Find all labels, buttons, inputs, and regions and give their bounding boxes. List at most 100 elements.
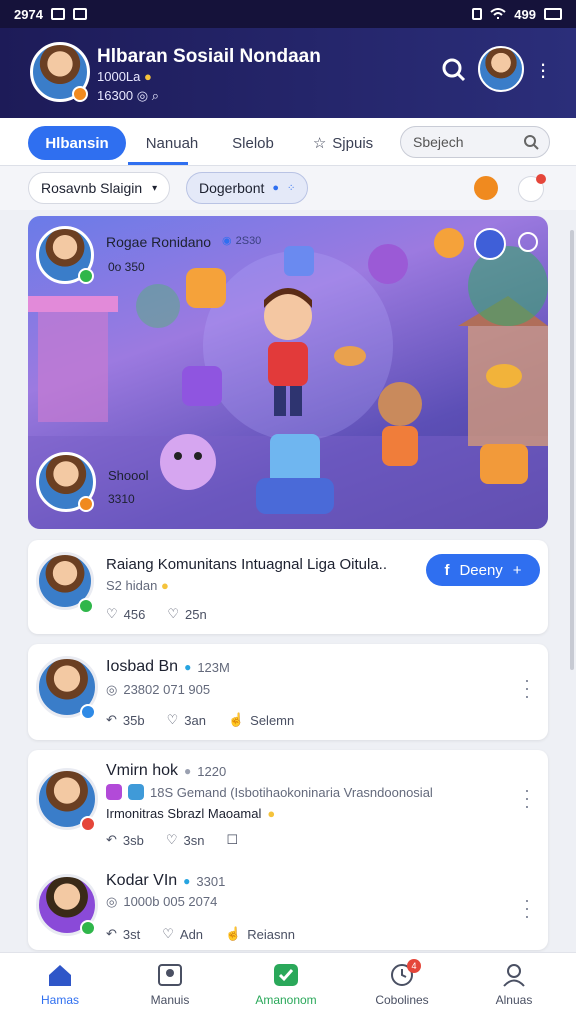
comment-button[interactable]: ☐ [227,832,239,848]
follow-button[interactable]: f Deeny + [426,554,540,586]
battery-icon [544,8,562,20]
status-battery: 499 [514,6,536,22]
verified-badge [72,86,88,102]
verified-icon: ● [184,764,192,778]
heart-icon: ♡ [165,832,178,847]
like-button[interactable]: ♡ 3an [167,712,206,728]
post-time: 123M [197,659,230,675]
user-avatar[interactable] [478,46,524,92]
filter-chip[interactable]: Dogerbont ● ⁘ [186,172,309,204]
featured-banner[interactable]: Rogae Ronidano ◉ 2S30 0o 350 Shoool 3310 [28,216,548,529]
tab-main[interactable]: Hlbansin [28,126,126,160]
like-button[interactable]: ♡ 456 [106,606,145,622]
post-meta: S2 hidan [106,578,158,593]
like-count: 3sn [183,832,205,848]
search-button[interactable] [440,56,468,84]
banner-count: 0o 350 [108,260,145,274]
post-title: Raiang Komunitans Intuagnal Liga Oitula.… [106,556,388,573]
info-icon: ◎ ⌕ [136,88,160,103]
banner-app-icon-1[interactable] [434,228,464,258]
verified-icon: ● [183,874,191,888]
verified-badge [80,920,96,936]
profile-name: Hlbaran Sosiail Nondaan [97,46,321,67]
notification-button[interactable] [518,174,546,202]
tab-fourth[interactable]: ☆ Sjpuis [306,126,380,160]
comment-icon: ☐ [226,832,239,847]
more-vertical-icon: · · · [539,51,547,88]
reply-icon: ↶ [106,712,117,727]
post-time: 3301 [196,873,226,889]
more-vertical-icon[interactable]: · · · [524,781,530,815]
nav-home[interactable]: Hamas [10,963,110,1007]
search-input[interactable]: Sbejech [400,126,550,158]
nav-notification-badge: 4 [407,959,421,973]
app-icon [106,784,122,800]
reply-button[interactable]: ↶ 3st [106,926,140,942]
notification-dot [536,174,546,184]
reply-button[interactable]: ↶ 3sb [106,832,144,848]
heart-icon: ♡ [162,926,174,941]
post-card[interactable]: Iosbad Bn ● 123M ◎ 23802 071 905 ↶ 35b ♡ 3a… [28,644,548,740]
filter-chip-label: Dogerbont [199,180,265,196]
nav-profile-label: Alnuas [495,993,533,1007]
like-button[interactable]: ♡ 3sn [166,832,205,848]
coin-icon: ● [160,578,169,593]
nav-community[interactable]: Amanonom [236,963,336,1007]
grid-icon: ⁘ [287,182,296,194]
tab-second[interactable]: Nanuah [136,126,208,160]
verified-icon: ● [184,660,192,674]
nav-gallery[interactable]: Manuis [120,963,220,1007]
tab-indicator [128,162,188,165]
refresh-icon[interactable] [518,232,538,252]
coin-icon: ● [267,806,276,821]
post-text: 18S Gemand (Isbotihaokoninaria Vrasndoon… [150,784,433,800]
more-vertical-icon[interactable]: · · · [524,891,530,925]
nav-notifications[interactable]: 4 Cobolines [352,959,452,1007]
share-button[interactable]: ☝ Selemn [228,712,294,728]
share-button[interactable]: ☝ Reiasnn [225,926,295,942]
banner-tag-text: 2S30 [235,234,262,247]
banner-guest-name: Shoool [108,468,149,483]
reply-count: 35b [122,712,145,728]
screenshot-icon [72,8,87,20]
wifi-icon [490,8,506,19]
alarm-icon [472,8,483,20]
status-bar: 2974 499 [0,0,576,28]
search-placeholder: Sbejech [413,134,464,150]
filter-dropdown[interactable]: Rosavnb Slaigin ▾ [28,172,171,204]
points-count: 16300 [97,88,134,103]
star-icon: ☆ [312,135,327,152]
facebook-icon: f [444,561,450,579]
like-count: 3an [184,712,206,728]
love-button[interactable]: ♡ 25n [167,606,206,622]
reply-button[interactable]: ↶ 35b [106,712,145,728]
chevron-down-icon: ▾ [152,182,158,194]
scrollbar[interactable] [570,230,574,670]
verified-badge [80,816,96,832]
more-menu-button[interactable]: · · · [534,51,552,88]
nav-profile[interactable]: Alnuas [464,963,564,1007]
location-icon: ● [272,182,280,194]
tab-bar: Hlbansin Nanuah Slelob ☆ Sjpuis Sbejech [0,118,576,166]
notification-icon [50,8,65,20]
post-card[interactable]: Raiang Komunitans Intuagnal Liga Oitula.… [28,540,548,634]
check-icon [273,963,299,987]
thumbs-up-icon: ☝ [225,926,242,941]
like-button[interactable]: ♡ Adn [162,926,203,942]
tab-fourth-label: Sjpuis [332,134,374,152]
nav-home-label: Hamas [40,993,79,1007]
app-icon [128,784,144,800]
user-icon [501,963,527,987]
banner-app-icon-2[interactable] [474,228,506,260]
nav-notifications-label: Cobolines [375,993,429,1007]
tab-third[interactable]: Slelob [222,126,284,160]
coin-icon: ● [144,69,152,84]
more-vertical-icon[interactable]: · · · [524,671,530,705]
post-time: 1220 [197,763,227,779]
follower-count: 1000Lа [97,69,141,84]
reply-icon: ↶ [106,926,117,941]
verified-badge [78,598,94,614]
verified-badge [78,268,94,284]
banner-tag: ◉ 2S30 [222,234,262,248]
game-icon[interactable] [474,176,498,200]
